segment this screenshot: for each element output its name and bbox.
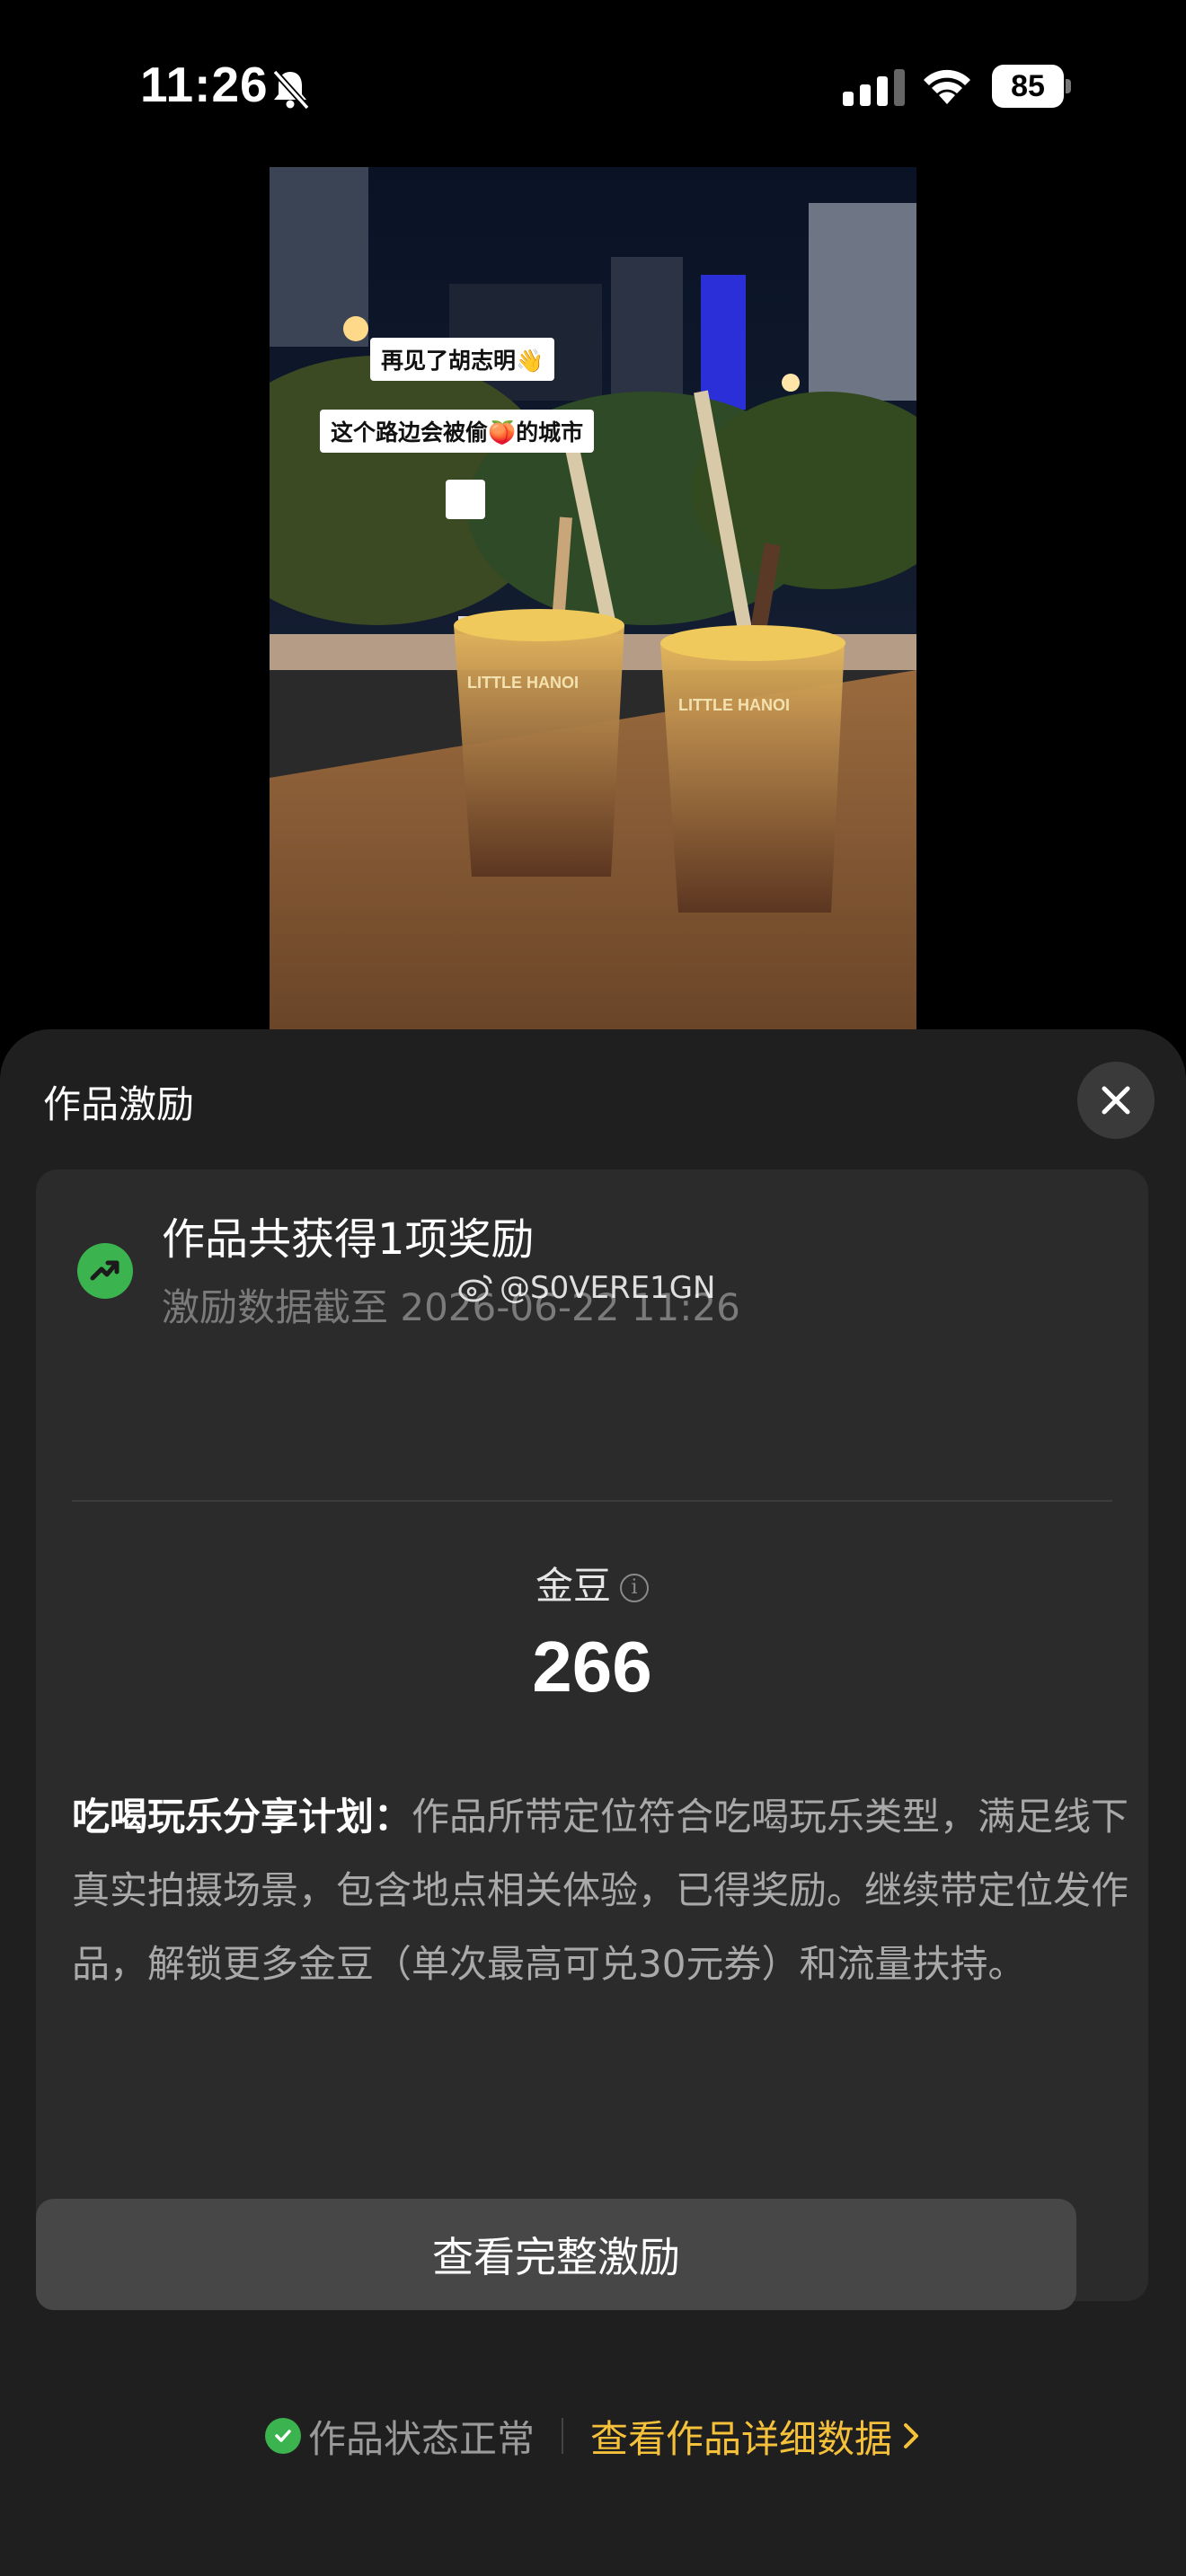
close-icon (1102, 1086, 1130, 1115)
thumbnail-image: LITTLE HANOI LITTLE HANOI (270, 167, 916, 1029)
view-detail-data-link[interactable]: 查看作品详细数据 (590, 2409, 921, 2464)
chevron-right-icon (904, 2423, 919, 2448)
battery-icon: 85 (992, 65, 1071, 108)
coin-label: 金豆 (535, 1564, 611, 1608)
status-bar: 11:26 85 (0, 0, 1186, 171)
watermark: @S0VERE1GN (458, 1270, 715, 1306)
trend-up-icon (77, 1243, 133, 1299)
award-title: 作品共获得1项奖励 (162, 1214, 535, 1265)
screen: 11:26 85 LITTLE HANOI LITTLE HANOI 再见了胡志… (0, 0, 1186, 2576)
plan-description-block: 吃喝玩乐分享计划：作品所带定位符合吃喝玩乐类型，满足线下真实拍摄场景，包含地点相… (72, 1780, 1132, 2001)
battery-level: 85 (992, 65, 1064, 108)
work-status: 作品状态正常 (264, 2409, 535, 2464)
check-icon (264, 2418, 301, 2454)
footer-separator (562, 2418, 563, 2454)
close-button[interactable] (1077, 1062, 1155, 1139)
watermark-text: @S0VERE1GN (500, 1270, 716, 1306)
work-status-text: 作品状态正常 (307, 2416, 535, 2461)
incentive-card: 作品共获得1项奖励 激励数据截至 2026-06-22 11:26 @S0VER… (36, 1169, 1148, 2301)
coin-label-row: 金豆 i (36, 1556, 1148, 1610)
thumbnail-sticker (446, 480, 485, 519)
incentive-sheet: 作品激励 作品共获得1项奖励 激励数据截至 2026-06-22 11:26 @… (0, 1029, 1186, 2576)
thumbnail-caption-1: 再见了胡志明👋 (370, 338, 555, 381)
plan-name: 吃喝玩乐分享计划： (72, 1795, 412, 1839)
weibo-icon (458, 1275, 492, 1302)
clock: 11:26 (140, 57, 269, 112)
divider (72, 1500, 1112, 1502)
cup1-brand: LITTLE HANOI (467, 674, 579, 692)
cellular-signal-icon (843, 69, 905, 106)
sheet-title: 作品激励 (43, 1082, 195, 1126)
silent-bell-icon (272, 69, 310, 110)
thumbnail-caption-2: 这个路边会被偷🍑的城市 (320, 410, 595, 453)
info-icon[interactable]: i (620, 1574, 649, 1602)
video-thumbnail[interactable]: LITTLE HANOI LITTLE HANOI 再见了胡志明👋 这个路边会被… (270, 167, 916, 1029)
detail-link-text: 查看作品详细数据 (590, 2416, 893, 2461)
wifi-icon (924, 69, 970, 104)
cup2-brand: LITTLE HANOI (678, 696, 790, 714)
footer-row: 作品状态正常 查看作品详细数据 (0, 2409, 1186, 2463)
view-full-incentive-button[interactable]: 查看完整激励 (36, 2199, 1076, 2310)
coin-value: 266 (532, 1627, 652, 1707)
